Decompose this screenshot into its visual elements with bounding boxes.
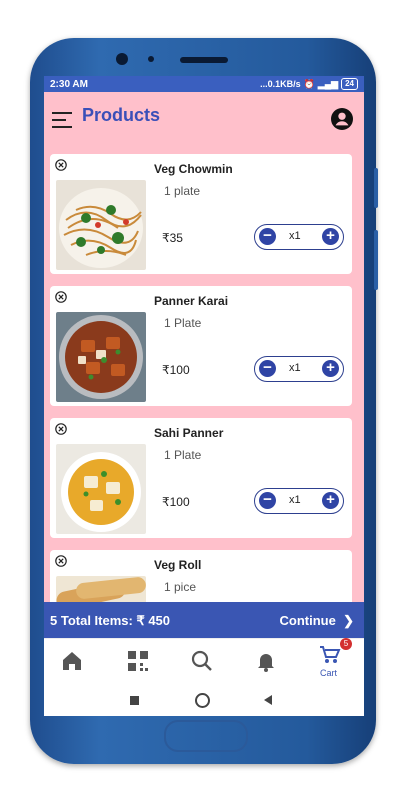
product-name: Veg Chowmin [154,162,233,176]
page-title: Products [82,105,161,125]
volume-button [374,168,378,208]
product-list[interactable]: Veg Chowmin 1 plate ₹35 − x1 + Panner Ka… [44,148,364,602]
continue-label: Continue [279,613,336,628]
total-items-label: 5 Total Items: ₹ 450 [50,613,171,628]
cart-label: Cart [320,668,338,678]
profile-icon[interactable] [331,108,353,130]
remove-icon[interactable] [55,423,67,435]
remove-icon[interactable] [55,555,67,567]
battery-icon: 24 [341,78,358,90]
quantity-stepper: − x1 + [254,488,344,514]
remove-icon[interactable] [55,159,67,171]
home-key [164,720,248,752]
app-header: Products [44,92,364,148]
product-card: Veg Roll 1 pice [50,550,352,602]
product-card: Veg Chowmin 1 plate ₹35 − x1 + [50,154,352,274]
increment-button[interactable]: + [322,228,339,245]
product-unit: 1 Plate [164,448,202,462]
quantity-count: x1 [289,362,301,374]
signal-icon: ▂▄▆ [317,78,339,89]
decrement-button[interactable]: − [259,228,276,245]
product-image [56,312,146,402]
home-button[interactable] [195,693,210,708]
continue-button[interactable]: Continue ❯ [280,613,354,629]
product-name: Panner Karai [154,294,229,308]
search-icon[interactable] [190,649,214,673]
network-speed: ...0.1KB/s [260,79,301,89]
app-screen: 2:30 AM ...0.1KB/s ⏰ ▂▄▆ 24 Products Veg… [44,76,364,716]
front-camera [116,53,128,65]
quantity-stepper: − x1 + [254,356,344,382]
power-button [374,230,378,290]
sensor [148,56,154,62]
product-name: Veg Roll [154,558,202,572]
product-image [56,576,146,602]
speaker [180,57,228,63]
product-image [56,444,146,534]
product-unit: 1 Plate [164,316,202,330]
home-icon[interactable] [60,649,84,673]
product-price: ₹35 [162,231,183,245]
increment-button[interactable]: + [322,360,339,377]
quantity-count: x1 [289,494,301,506]
recent-apps-button[interactable] [130,696,139,705]
product-card: Panner Karai 1 Plate ₹100 − x1 + [50,286,352,406]
product-name: Sahi Panner [154,426,224,440]
system-navigation [44,684,364,716]
cart-badge: 5 [340,638,352,650]
bottom-navigation: 5 Cart [44,638,364,685]
product-card: Sahi Panner 1 Plate ₹100 − x1 + [50,418,352,538]
increment-button[interactable]: + [322,492,339,509]
decrement-button[interactable]: − [259,360,276,377]
product-unit: 1 plate [164,184,201,198]
status-bar: 2:30 AM ...0.1KB/s ⏰ ▂▄▆ 24 [44,76,364,92]
product-price: ₹100 [162,363,190,377]
menu-icon[interactable] [52,112,72,128]
cart-icon[interactable] [318,643,342,667]
product-image [56,180,146,270]
product-price: ₹100 [162,495,190,509]
decrement-button[interactable]: − [259,492,276,509]
alarm-icon: ⏰ [303,78,315,89]
notification-bell-icon[interactable] [254,649,278,673]
order-summary-bar: 5 Total Items: ₹ 450 Continue ❯ [44,602,364,638]
back-button[interactable] [262,694,274,706]
remove-icon[interactable] [55,291,67,303]
quantity-count: x1 [289,230,301,242]
qr-code-icon[interactable] [126,649,150,673]
chevron-right-icon: ❯ [339,613,354,628]
status-time: 2:30 AM [50,78,88,90]
product-unit: 1 pice [164,580,197,594]
quantity-stepper: − x1 + [254,224,344,250]
